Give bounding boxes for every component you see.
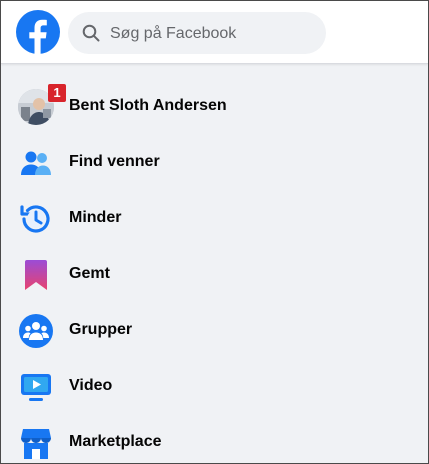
video-icon — [18, 369, 54, 405]
sidebar-menu: 1 Bent Sloth Andersen Find venner Minder… — [1, 79, 428, 463]
facebook-window: 1 Bent Sloth Andersen Find venner — [0, 0, 429, 464]
search-box[interactable] — [68, 12, 326, 56]
sidebar-item-memories[interactable]: Minder — [1, 191, 428, 247]
sidebar-item-label: Video — [69, 377, 113, 394]
facebook-logo-icon[interactable] — [16, 10, 60, 54]
sidebar-item-label: Bent Sloth Andersen — [69, 97, 227, 114]
top-bar — [1, 1, 428, 64]
sidebar-item-label: Marketplace — [69, 433, 162, 450]
memories-icon — [18, 201, 54, 237]
groups-icon — [18, 313, 54, 349]
sidebar-item-label: Grupper — [69, 321, 133, 338]
saved-icon — [18, 257, 54, 293]
sidebar-item-label: Gemt — [69, 265, 110, 282]
sidebar-item-marketplace[interactable]: Marketplace — [1, 415, 428, 463]
friends-icon — [18, 145, 54, 181]
sidebar-item-label: Minder — [69, 209, 122, 226]
marketplace-icon — [18, 425, 54, 461]
sidebar-item-profile[interactable]: 1 Bent Sloth Andersen — [1, 79, 428, 135]
sidebar-item-video[interactable]: Video — [1, 359, 428, 415]
sidebar-item-groups[interactable]: Grupper — [1, 303, 428, 359]
notification-badge: 1 — [48, 84, 66, 102]
search-input[interactable] — [108, 12, 322, 56]
search-icon — [82, 24, 100, 42]
sidebar-item-label: Find venner — [69, 153, 160, 170]
sidebar-item-find-friends[interactable]: Find venner — [1, 135, 428, 191]
sidebar-item-saved[interactable]: Gemt — [1, 247, 428, 303]
